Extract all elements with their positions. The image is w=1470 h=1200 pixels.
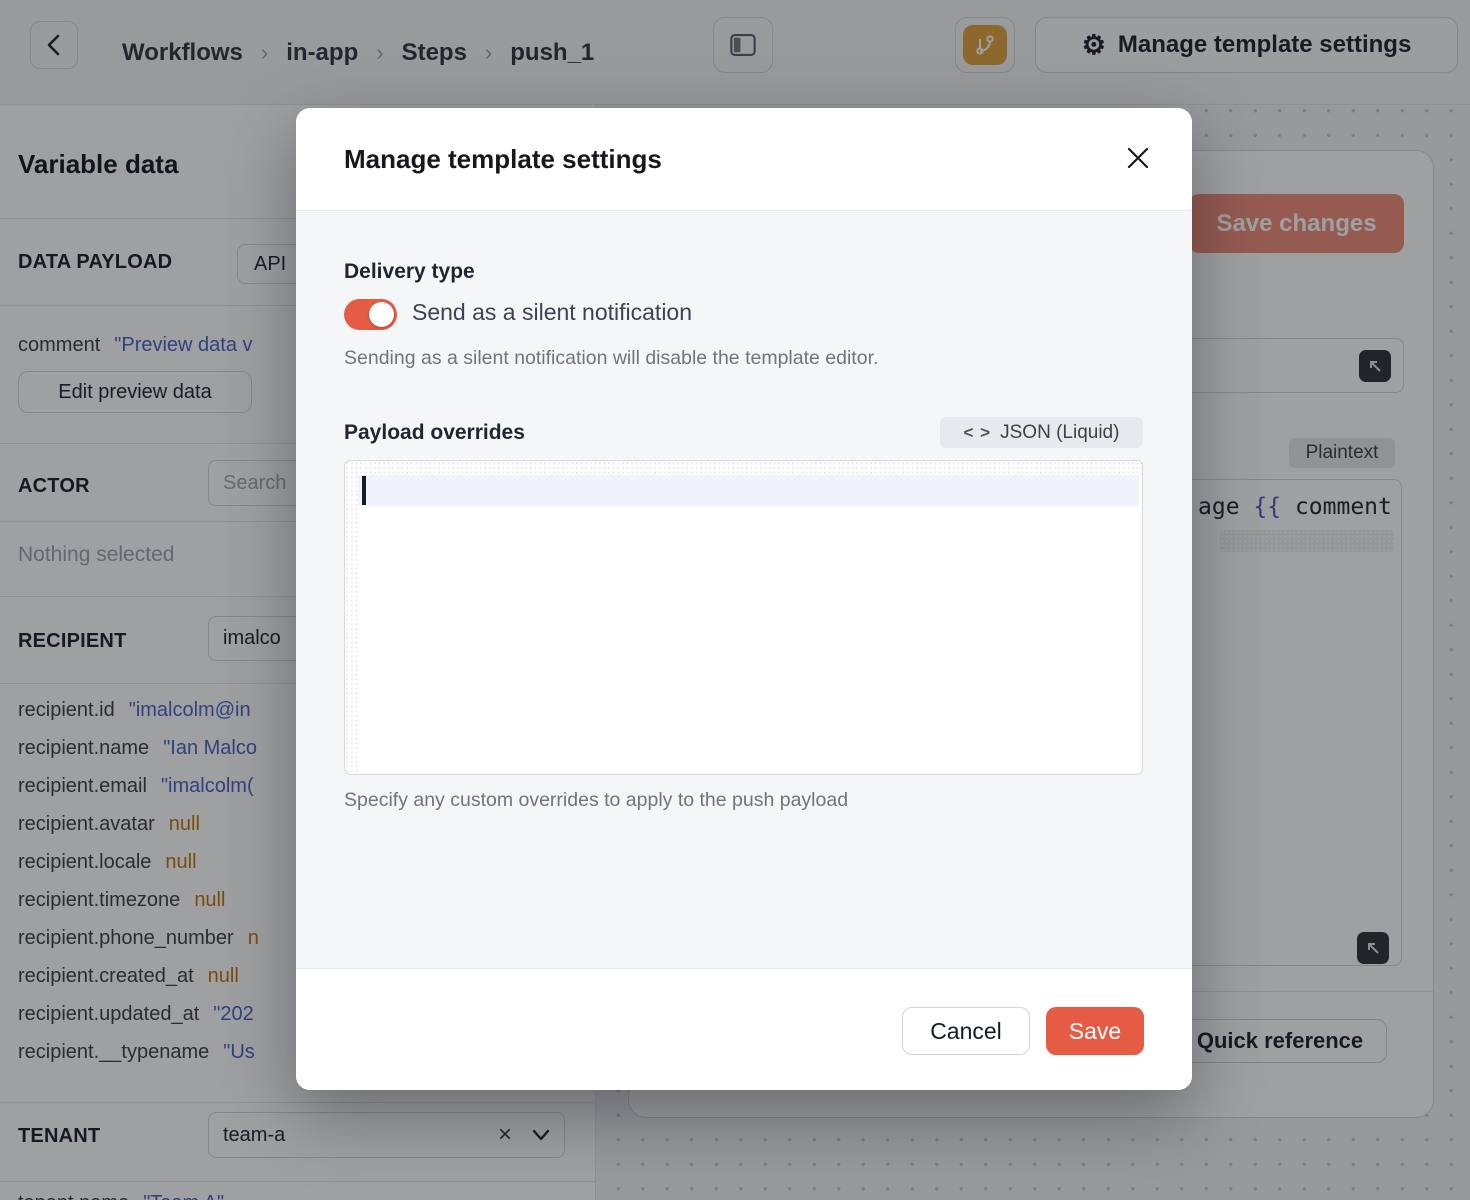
silent-notification-toggle[interactable] bbox=[344, 299, 397, 330]
code-brackets-icon: < > bbox=[964, 423, 992, 443]
cancel-button[interactable]: Cancel bbox=[902, 1007, 1030, 1055]
text-cursor bbox=[362, 476, 366, 505]
save-button[interactable]: Save bbox=[1046, 1007, 1144, 1055]
toggle-knob bbox=[369, 302, 394, 327]
modal-footer: Cancel Save bbox=[296, 968, 1192, 1090]
modal-body: Delivery type Send as a silent notificat… bbox=[296, 211, 1192, 968]
editor-texture bbox=[345, 461, 1142, 474]
modal-title: Manage template settings bbox=[344, 144, 662, 175]
silent-notification-label: Send as a silent notification bbox=[412, 299, 692, 326]
payload-overrides-heading: Payload overrides bbox=[344, 421, 525, 445]
editor-texture bbox=[345, 461, 358, 774]
close-button[interactable] bbox=[1122, 142, 1154, 174]
delivery-type-heading: Delivery type bbox=[344, 260, 475, 284]
payload-helper-text: Specify any custom overrides to apply to… bbox=[344, 789, 848, 812]
delivery-caption: Sending as a silent notification will di… bbox=[344, 347, 878, 370]
payload-overrides-editor[interactable] bbox=[344, 460, 1143, 775]
active-line-highlight bbox=[358, 475, 1139, 506]
close-icon bbox=[1125, 145, 1151, 171]
manage-template-settings-modal: Manage template settings Delivery type S… bbox=[296, 108, 1192, 1090]
json-liquid-label: JSON (Liquid) bbox=[1000, 422, 1119, 444]
json-liquid-chip: < > JSON (Liquid) bbox=[940, 417, 1143, 448]
